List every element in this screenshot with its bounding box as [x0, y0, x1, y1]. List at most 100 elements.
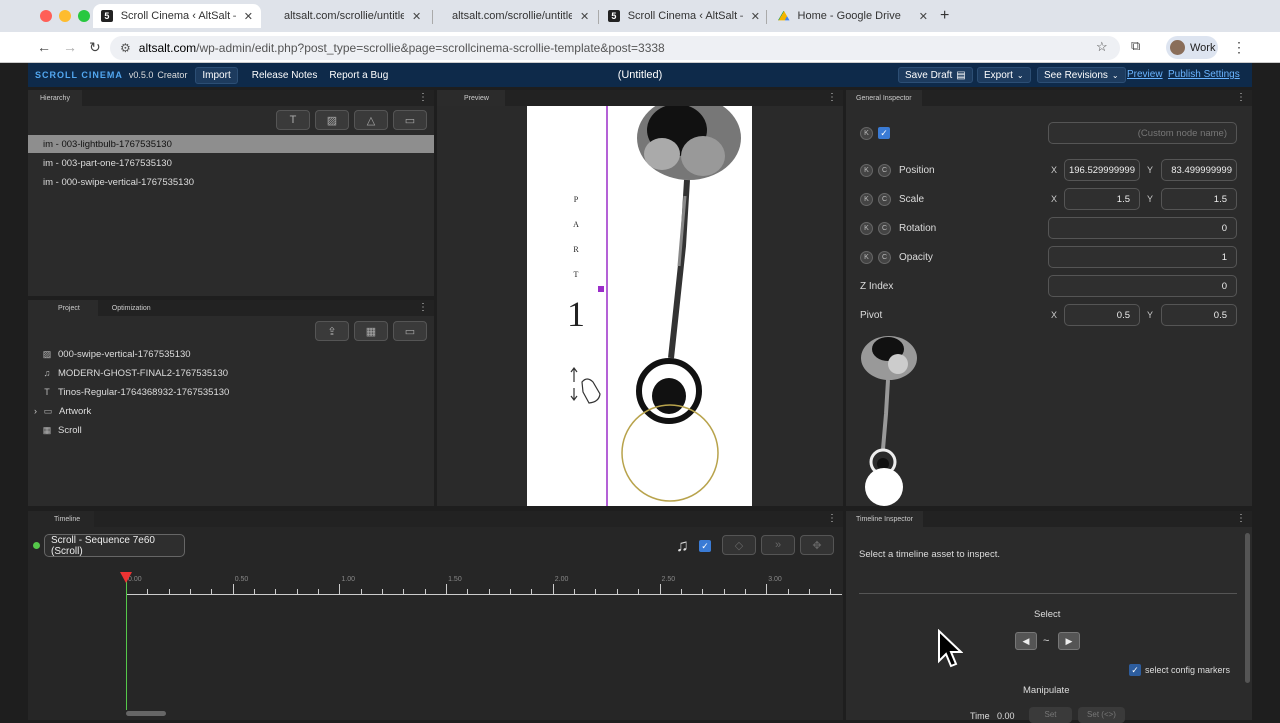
add-text-button[interactable]: T — [276, 110, 310, 130]
add-sequence-button[interactable]: ▦ — [354, 321, 388, 341]
site-settings-icon[interactable]: ⚙ — [120, 41, 131, 55]
tab-project[interactable]: Project — [28, 300, 98, 316]
chevron-right-icon[interactable]: › — [34, 406, 37, 416]
bookmark-star-icon[interactable]: ☆ — [1096, 39, 1108, 55]
browser-menu-icon[interactable]: ⋮ — [1232, 39, 1246, 56]
timeline-ruler[interactable] — [126, 584, 853, 595]
import-button[interactable]: Import — [195, 66, 238, 84]
project-item[interactable]: ▦ Scroll — [42, 421, 82, 439]
new-tab-icon[interactable]: + — [940, 7, 949, 25]
browser-tab[interactable]: altsalt.com/scrollie/untitled/3 ✕ — [444, 4, 604, 28]
inspector-header: General Inspector — [846, 90, 1252, 106]
publish-settings-link[interactable]: Publish Settings — [1168, 69, 1240, 80]
curve-toggle-button[interactable]: C — [878, 163, 891, 177]
tab-timeline[interactable]: Timeline — [28, 511, 95, 527]
move-tool-button[interactable]: ✥ — [800, 535, 834, 555]
export-button[interactable]: Export ⌄ — [977, 67, 1031, 83]
position-y-input[interactable]: 83.499999999 — [1161, 159, 1237, 181]
preview-link[interactable]: Preview — [1127, 69, 1163, 80]
timeline-horizontal-scrollbar[interactable] — [126, 711, 166, 716]
playhead-handle[interactable] — [120, 572, 132, 583]
zindex-input[interactable]: 0 — [1048, 275, 1237, 297]
tab-general-inspector[interactable]: General Inspector — [846, 90, 922, 106]
forward-icon[interactable]: → — [63, 39, 77, 55]
keyframe-toggle-button[interactable]: K — [860, 221, 873, 235]
browser-tab[interactable]: Home - Google Drive ✕ — [770, 4, 936, 28]
position-x-input[interactable]: 196.529999999 — [1064, 159, 1140, 181]
pivot-y-input[interactable]: 0.5 — [1161, 304, 1237, 326]
project-item[interactable]: ▨ 000-swipe-vertical-1767535130 — [42, 345, 191, 363]
stagger-tool-button[interactable]: » — [761, 535, 795, 555]
maximize-window-button[interactable] — [78, 10, 90, 22]
save-draft-button[interactable]: Save Draft ▤ — [898, 67, 973, 83]
report-bug-link[interactable]: Report a Bug — [323, 68, 394, 83]
browser-tab[interactable]: altsalt.com/scrollie/untitled/3 ✕ — [276, 4, 436, 28]
pivot-x-input[interactable]: 0.5 — [1064, 304, 1140, 326]
project-item[interactable]: T Tinos-Regular-1764368932-1767535130 — [42, 383, 229, 401]
set-all-time-button[interactable]: Set (<>) — [1078, 707, 1125, 723]
panel-menu-icon[interactable]: ⋮ — [418, 92, 428, 103]
hierarchy-item[interactable]: im - 003-part-one-1767535130 — [28, 154, 434, 172]
curve-toggle-button[interactable]: C — [878, 192, 891, 206]
extensions-icon[interactable]: ⧉ — [1131, 38, 1140, 54]
panel-menu-icon[interactable]: ⋮ — [827, 513, 837, 524]
hierarchy-item[interactable]: im - 003-lightbulb-1767535130 — [28, 135, 434, 153]
release-notes-link[interactable]: Release Notes — [246, 68, 324, 83]
panel-menu-icon[interactable]: ⋮ — [1236, 92, 1246, 103]
hierarchy-item[interactable]: im - 000-swipe-vertical-1767535130 — [28, 173, 434, 191]
opacity-input[interactable]: 1 — [1048, 246, 1237, 268]
close-tab-icon[interactable]: ✕ — [751, 10, 760, 23]
select-previous-button[interactable]: ◀ — [1015, 632, 1037, 650]
close-tab-icon[interactable]: ✕ — [412, 10, 421, 23]
see-revisions-button[interactable]: See Revisions ⌄ — [1037, 67, 1126, 83]
scale-y-input[interactable]: 1.5 — [1161, 188, 1237, 210]
timeline-tick-label: 0.50 — [234, 576, 249, 583]
close-tab-icon[interactable]: ✕ — [919, 10, 928, 23]
close-tab-icon[interactable]: ✕ — [580, 10, 589, 23]
close-tab-icon[interactable]: ✕ — [244, 10, 253, 23]
keyframe-toggle-button[interactable]: K — [860, 163, 873, 177]
keyframe-toggle-button[interactable]: K — [860, 192, 873, 206]
browser-tab[interactable]: 5 Scroll Cinema ‹ AltSalt — Wo ✕ — [93, 4, 261, 28]
minimize-window-button[interactable] — [59, 10, 71, 22]
sequence-selector[interactable]: Scroll - Sequence 7e60 (Scroll) — [44, 534, 185, 557]
browser-tab[interactable]: 5 Scroll Cinema ‹ AltSalt — Wo ✕ — [600, 4, 768, 28]
avatar — [1170, 40, 1185, 55]
custom-node-name-input[interactable]: (Custom node name) — [1048, 122, 1237, 144]
tab-timeline-inspector[interactable]: Timeline Inspector — [846, 511, 923, 527]
audio-enabled-checkbox[interactable]: ✓ — [699, 540, 711, 552]
select-next-button[interactable]: ▶ — [1058, 632, 1080, 650]
back-icon[interactable]: ← — [37, 39, 51, 55]
upload-button[interactable]: ⇪ — [315, 321, 349, 341]
scale-x-input[interactable]: 1.5 — [1064, 188, 1140, 210]
set-time-button[interactable]: Set — [1029, 707, 1072, 723]
close-window-button[interactable] — [40, 10, 52, 22]
reload-icon[interactable]: ↻ — [89, 39, 101, 56]
keyframe-toggle-button[interactable]: K — [860, 126, 873, 140]
project-item[interactable]: ♫ MODERN-GHOST-FINAL2-1767535130 — [42, 364, 228, 382]
music-icon[interactable]: ♫ — [676, 536, 689, 556]
panel-menu-icon[interactable]: ⋮ — [418, 302, 428, 313]
inspector-scrollbar[interactable] — [1245, 533, 1250, 683]
curve-toggle-button[interactable]: C — [878, 250, 891, 264]
address-field[interactable]: ⚙ altsalt.com/wp-admin/edit.php?post_typ… — [110, 36, 1120, 60]
config-markers-checkbox[interactable]: ✓ — [1129, 664, 1141, 676]
profile-button[interactable]: Work — [1166, 36, 1218, 59]
keyframe-tool-button[interactable]: ◇ — [722, 535, 756, 555]
tab-preview[interactable]: Preview — [437, 90, 505, 106]
panel-menu-icon[interactable]: ⋮ — [1236, 513, 1246, 524]
rotation-input[interactable]: 0 — [1048, 217, 1237, 239]
tab-optimization[interactable]: Optimization — [98, 300, 165, 316]
add-folder-button[interactable]: ▭ — [393, 110, 427, 130]
preview-canvas[interactable]: P A R T 1 — [527, 106, 752, 506]
add-folder-button[interactable]: ▭ — [393, 321, 427, 341]
project-item[interactable]: › ▭ Artwork — [34, 402, 91, 420]
add-shape-button[interactable]: △ — [354, 110, 388, 130]
panel-menu-icon[interactable]: ⋮ — [827, 92, 837, 103]
add-image-button[interactable]: ▨ — [315, 110, 349, 130]
keyframe-toggle-button[interactable]: K — [860, 250, 873, 264]
curve-toggle-button[interactable]: C — [878, 221, 891, 235]
visibility-checkbox[interactable]: ✓ — [878, 127, 890, 139]
tab-hierarchy[interactable]: Hierarchy — [28, 90, 82, 106]
selection-handle[interactable] — [598, 286, 604, 292]
